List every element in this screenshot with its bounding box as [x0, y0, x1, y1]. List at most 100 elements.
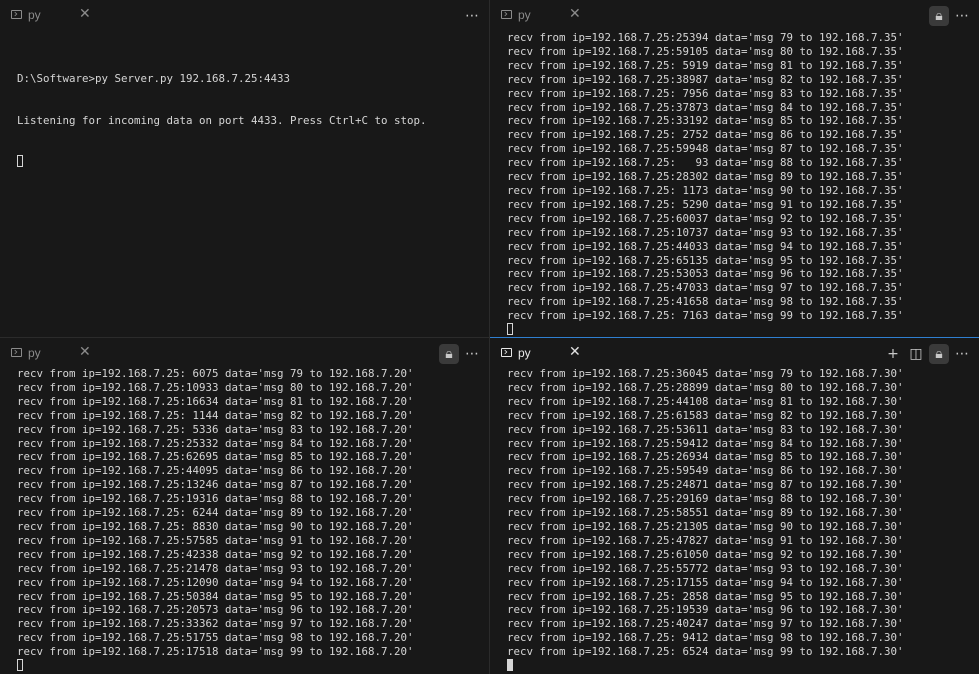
- terminal-line: recv from ip=192.168.7.25: 6524 data='ms…: [507, 645, 904, 659]
- terminal-line: recv from ip=192.168.7.25: 1173 data='ms…: [507, 183, 904, 197]
- terminal-icon: [501, 10, 512, 19]
- terminal-cursor-line: [17, 659, 489, 673]
- tab-py[interactable]: py ✕: [0, 338, 104, 369]
- terminal-line: recv from ip=192.168.7.25:36045 data='ms…: [507, 367, 904, 380]
- pane-actions: 🔒︎ ⋯: [436, 338, 489, 369]
- more-actions-icon[interactable]: ⋯: [952, 6, 972, 26]
- tab-bar: py ✕ 🔒︎ ⋯: [490, 0, 979, 31]
- tab-py[interactable]: py ✕: [490, 0, 594, 31]
- terminal-line: recv from ip=192.168.7.25: 7956 data='ms…: [507, 86, 904, 100]
- terminal-line: recv from ip=192.168.7.25: 6075 data='ms…: [17, 367, 414, 380]
- terminal-line: recv from ip=192.168.7.25:28899 data='ms…: [507, 380, 904, 394]
- terminal-line: recv from ip=192.168.7.25:21478 data='ms…: [17, 561, 414, 575]
- terminal-icon: [501, 348, 512, 357]
- terminal-line: recv from ip=192.168.7.25:62695 data='ms…: [17, 450, 414, 464]
- terminal-line: recv from ip=192.168.7.25:55772 data='ms…: [507, 561, 904, 575]
- terminal-line: recv from ip=192.168.7.25:58551 data='ms…: [507, 506, 904, 520]
- terminal-cursor: [507, 659, 513, 672]
- terminal-line: recv from ip=192.168.7.25:42338 data='ms…: [17, 547, 414, 561]
- lock-icon[interactable]: 🔒︎: [439, 343, 459, 364]
- split-icon[interactable]: ◫: [906, 344, 926, 364]
- terminal-line: recv from ip=192.168.7.25: 5336 data='ms…: [17, 422, 414, 436]
- terminal-line: recv from ip=192.168.7.25:10933 data='ms…: [17, 380, 414, 394]
- terminal-line: recv from ip=192.168.7.25:53053 data='ms…: [507, 267, 904, 281]
- close-icon[interactable]: ✕: [569, 6, 581, 22]
- terminal-line: recv from ip=192.168.7.25: 5919 data='ms…: [507, 58, 904, 72]
- tab-py-active[interactable]: py ✕: [490, 338, 594, 369]
- pane-actions: 🔒︎ ⋯: [926, 0, 979, 31]
- terminal-icon: [11, 10, 22, 19]
- terminal-line: recv from ip=192.168.7.25:51755 data='ms…: [17, 631, 414, 645]
- tab-bar: py ✕ ⋯: [0, 0, 489, 31]
- terminal-line: recv from ip=192.168.7.25:16634 data='ms…: [17, 394, 414, 408]
- lock-icon[interactable]: 🔒︎: [929, 343, 949, 364]
- more-actions-icon[interactable]: ⋯: [462, 344, 482, 364]
- terminal-line: recv from ip=192.168.7.25:33362 data='ms…: [17, 617, 414, 631]
- active-pane-indicator: [490, 337, 979, 338]
- terminal-line: recv from ip=192.168.7.25:59549 data='ms…: [507, 464, 904, 478]
- terminal-line: recv from ip=192.168.7.25: 2752 data='ms…: [507, 128, 904, 142]
- terminal-line: recv from ip=192.168.7.25:59412 data='ms…: [507, 436, 904, 450]
- terminal-line: recv from ip=192.168.7.25:57585 data='ms…: [17, 533, 414, 547]
- terminal-line: recv from ip=192.168.7.25:10737 data='ms…: [507, 225, 904, 239]
- terminal-line: recv from ip=192.168.7.25:20573 data='ms…: [17, 603, 414, 617]
- pane-actions: ⋯: [459, 0, 489, 31]
- terminal-line: recv from ip=192.168.7.25:13246 data='ms…: [17, 478, 414, 492]
- terminal-line: recv from ip=192.168.7.25:29169 data='ms…: [507, 492, 904, 506]
- tab-py[interactable]: py ✕: [0, 0, 104, 31]
- terminal-line: recv from ip=192.168.7.25:41658 data='ms…: [507, 295, 904, 309]
- terminal-line: recv from ip=192.168.7.25:53611 data='ms…: [507, 422, 904, 436]
- terminal-line: recv from ip=192.168.7.25:25332 data='ms…: [17, 436, 414, 450]
- terminal-cursor-line: [17, 155, 489, 169]
- terminal-line: recv from ip=192.168.7.25:17155 data='ms…: [507, 575, 904, 589]
- pane-actions: + ◫ 🔒︎ ⋯: [880, 338, 979, 369]
- terminal-line: recv from ip=192.168.7.25:33192 data='ms…: [507, 114, 904, 128]
- close-icon[interactable]: ✕: [569, 344, 581, 360]
- terminal-line: recv from ip=192.168.7.25:59105 data='ms…: [507, 44, 904, 58]
- more-actions-icon[interactable]: ⋯: [462, 6, 482, 26]
- close-icon[interactable]: ✕: [79, 6, 91, 22]
- terminal-line: recv from ip=192.168.7.25: 5290 data='ms…: [507, 197, 904, 211]
- terminal-line: recv from ip=192.168.7.25:44108 data='ms…: [507, 394, 904, 408]
- terminal-cursor: [507, 323, 513, 336]
- terminal-line: recv from ip=192.168.7.25:44095 data='ms…: [17, 464, 414, 478]
- tab-bar: py ✕ + ◫ 🔒︎ ⋯: [490, 338, 979, 369]
- terminal-line: recv from ip=192.168.7.25:19539 data='ms…: [507, 603, 904, 617]
- terminal-line: recv from ip=192.168.7.25:25394 data='ms…: [507, 31, 904, 44]
- terminal-icon: [11, 348, 22, 357]
- terminal-line: recv from ip=192.168.7.25:28302 data='ms…: [507, 170, 904, 184]
- tab-label: py: [518, 346, 531, 360]
- terminal-line: D:\Software>py Server.py 192.168.7.25:44…: [17, 71, 291, 85]
- terminal-line: recv from ip=192.168.7.25: 6244 data='ms…: [17, 506, 414, 520]
- lock-icon[interactable]: 🔒︎: [929, 5, 949, 26]
- terminal-line: recv from ip=192.168.7.25:50384 data='ms…: [17, 589, 414, 603]
- terminal-pane-top-right[interactable]: py ✕ 🔒︎ ⋯ recv from ip=192.168.7.25:2539…: [490, 0, 979, 337]
- terminal-output: recv from ip=192.168.7.25: 6075 data='ms…: [17, 367, 489, 673]
- terminal-line: recv from ip=192.168.7.25:59948 data='ms…: [507, 142, 904, 156]
- terminal-line: recv from ip=192.168.7.25:40247 data='ms…: [507, 617, 904, 631]
- more-actions-icon[interactable]: ⋯: [952, 344, 972, 364]
- terminal-line: recv from ip=192.168.7.25: 2858 data='ms…: [507, 589, 904, 603]
- terminal-line: recv from ip=192.168.7.25: 93 data='msg …: [507, 156, 904, 170]
- terminal-line: recv from ip=192.168.7.25:12090 data='ms…: [17, 575, 414, 589]
- terminal-cursor: [17, 659, 23, 672]
- terminal-line: recv from ip=192.168.7.25:37873 data='ms…: [507, 100, 904, 114]
- terminal-line: recv from ip=192.168.7.25: 8830 data='ms…: [17, 519, 414, 533]
- terminal-cursor-line: [507, 659, 979, 673]
- terminal-line: recv from ip=192.168.7.25:44033 data='ms…: [507, 239, 904, 253]
- terminal-cursor-line: [507, 323, 979, 337]
- terminal-line: recv from ip=192.168.7.25:26934 data='ms…: [507, 450, 904, 464]
- terminal-line: recv from ip=192.168.7.25:38987 data='ms…: [507, 72, 904, 86]
- tab-bar: py ✕ 🔒︎ ⋯: [0, 338, 489, 369]
- terminal-line: recv from ip=192.168.7.25:24871 data='ms…: [507, 478, 904, 492]
- terminal-line: recv from ip=192.168.7.25:21305 data='ms…: [507, 519, 904, 533]
- terminal-pane-bottom-right[interactable]: py ✕ + ◫ 🔒︎ ⋯ recv from ip=192.168.7.25:…: [490, 338, 979, 674]
- terminal-line: recv from ip=192.168.7.25: 9412 data='ms…: [507, 631, 904, 645]
- terminal-pane-top-left[interactable]: py ✕ ⋯ D:\Software>py Server.py 192.168.…: [0, 0, 489, 337]
- close-icon[interactable]: ✕: [79, 344, 91, 360]
- terminal-line: recv from ip=192.168.7.25:61050 data='ms…: [507, 547, 904, 561]
- terminal-line: recv from ip=192.168.7.25:19316 data='ms…: [17, 492, 414, 506]
- new-terminal-icon[interactable]: +: [883, 344, 903, 364]
- terminal-pane-bottom-left[interactable]: py ✕ 🔒︎ ⋯ recv from ip=192.168.7.25: 607…: [0, 338, 489, 674]
- terminal-line: Listening for incoming data on port 4433…: [17, 113, 427, 127]
